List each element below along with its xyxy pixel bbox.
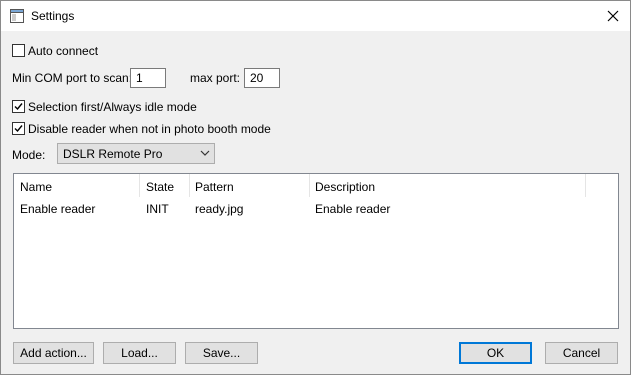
title-bar: Settings — [1, 1, 630, 31]
settings-dialog: Settings Auto connect Min COM port to sc… — [0, 0, 631, 375]
add-action-button[interactable]: Add action... — [13, 342, 94, 364]
save-button[interactable]: Save... — [185, 342, 258, 364]
column-divider[interactable] — [309, 174, 310, 197]
column-divider[interactable] — [139, 174, 140, 197]
column-header-name[interactable]: Name — [20, 180, 52, 194]
column-divider[interactable] — [189, 174, 190, 197]
max-port-label: max port: — [190, 71, 241, 85]
mode-label: Mode: — [12, 148, 46, 162]
load-button[interactable]: Load... — [103, 342, 176, 364]
auto-connect-label: Auto connect — [28, 44, 99, 58]
cell-name: Enable reader — [20, 202, 96, 216]
selection-first-checkbox[interactable] — [12, 100, 25, 113]
close-icon[interactable] — [604, 7, 622, 25]
ok-button[interactable]: OK — [459, 342, 532, 364]
auto-connect-checkbox[interactable] — [12, 44, 25, 57]
disable-reader-label: Disable reader when not in photo booth m… — [28, 122, 271, 136]
cancel-button[interactable]: Cancel — [545, 342, 618, 364]
checkmark-icon — [14, 125, 23, 133]
column-header-description[interactable]: Description — [315, 180, 375, 194]
cell-pattern: ready.jpg — [195, 202, 244, 216]
cell-description: Enable reader — [315, 202, 391, 216]
actions-table[interactable]: Name State Pattern Description Enable re… — [13, 173, 619, 329]
mode-select-value: DSLR Remote Pro — [63, 147, 163, 161]
chevron-down-icon — [200, 150, 210, 156]
min-com-port-label: Min COM port to scan: — [12, 71, 133, 85]
window-app-icon — [10, 9, 24, 23]
cell-state: INIT — [146, 202, 169, 216]
checkmark-icon — [14, 103, 23, 111]
disable-reader-checkbox[interactable] — [12, 122, 25, 135]
selection-first-label: Selection first/Always idle mode — [28, 100, 197, 114]
min-com-port-input[interactable] — [130, 68, 166, 88]
window-title: Settings — [31, 9, 75, 23]
max-port-input[interactable] — [244, 68, 280, 88]
column-header-state[interactable]: State — [146, 180, 174, 194]
mode-select[interactable]: DSLR Remote Pro — [57, 143, 215, 164]
table-header: Name State Pattern Description — [14, 174, 618, 199]
table-row[interactable]: Enable reader INIT ready.jpg Enable read… — [14, 200, 618, 217]
column-header-pattern[interactable]: Pattern — [195, 180, 234, 194]
column-divider[interactable] — [585, 174, 586, 197]
